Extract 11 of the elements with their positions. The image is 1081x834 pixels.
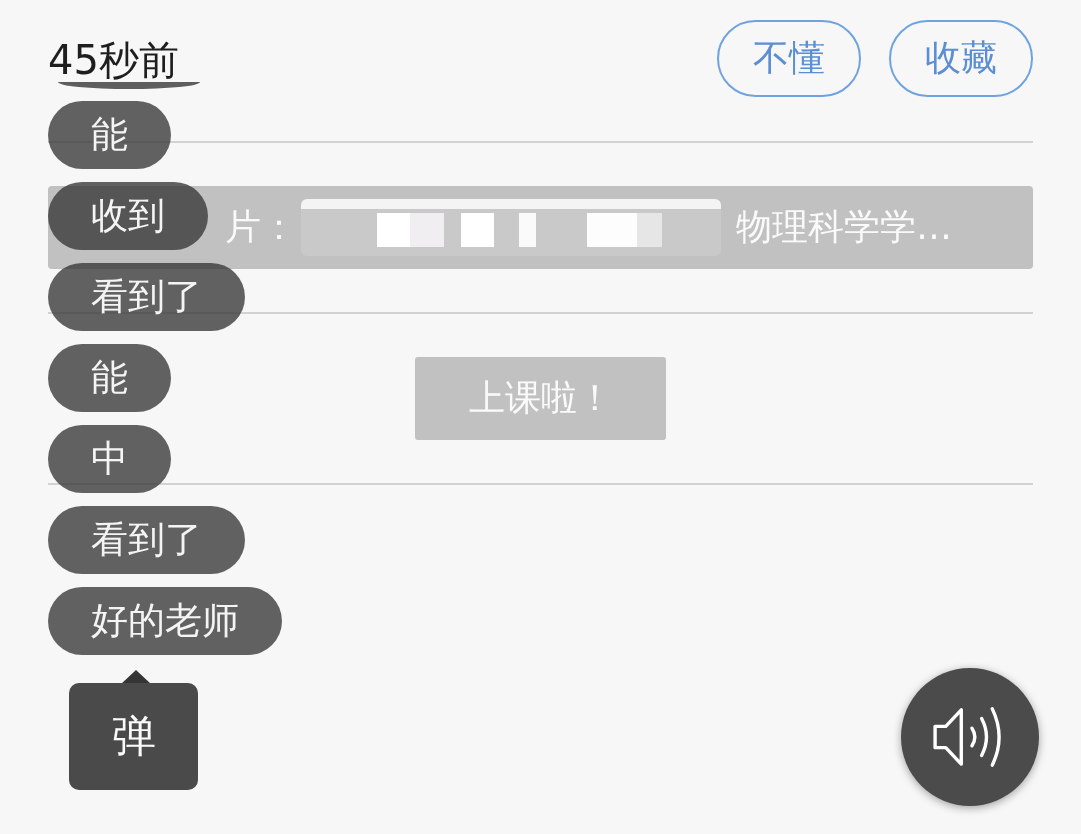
slide-label: 片： [225, 205, 297, 249]
danmaku-toast: 中 [48, 425, 171, 493]
danmaku-toast: 看到了 [48, 506, 245, 574]
danmaku-toast: 能 [48, 101, 171, 169]
danmaku-toast: 能 [48, 344, 171, 412]
timestamp: 45秒前 [48, 37, 179, 83]
class-start-notice: 上课啦！ [415, 357, 666, 440]
danmaku-toast: 看到了 [48, 263, 245, 331]
danmaku-toast: 收到 [48, 182, 208, 250]
slide-title: 物理科学学… [736, 205, 952, 249]
danmaku-toast: 好的老师 [48, 587, 282, 655]
